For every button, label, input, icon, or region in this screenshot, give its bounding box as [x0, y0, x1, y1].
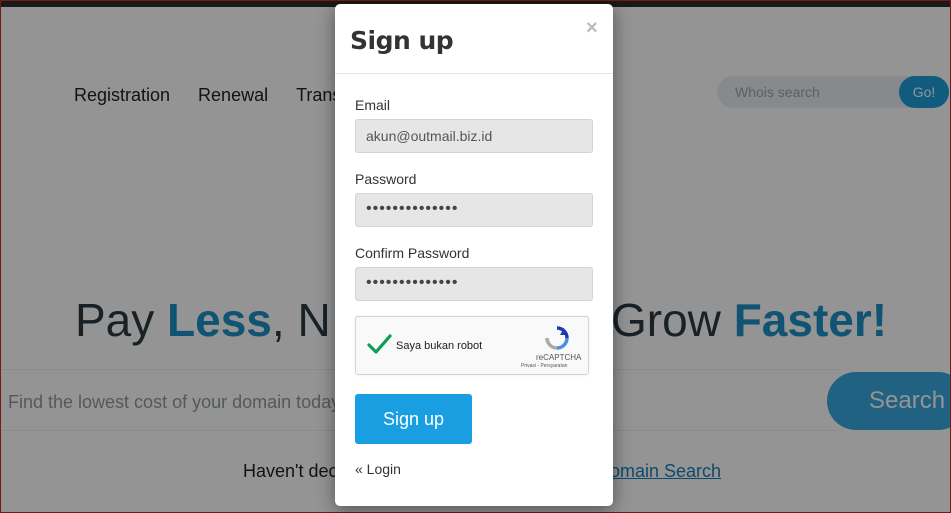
password-field[interactable]: ••••••••••••••	[355, 193, 593, 227]
recaptcha-logo-icon	[545, 326, 569, 350]
recaptcha-terms[interactable]: Privasi - Persyaratan	[521, 363, 567, 369]
recaptcha-brand: reCAPTCHA	[536, 353, 582, 362]
close-icon[interactable]: ×	[586, 17, 598, 40]
recaptcha-widget: Saya bukan robot reCAPTCHA Privasi - Per…	[355, 316, 589, 375]
modal-title: Sign up	[350, 26, 454, 55]
signup-modal: Sign up × Email akun@outmail.biz.id Pass…	[335, 4, 613, 506]
password-label: Password	[355, 171, 417, 187]
signup-button[interactable]: Sign up	[355, 394, 472, 444]
email-field[interactable]: akun@outmail.biz.id	[355, 119, 593, 153]
login-link[interactable]: « Login	[355, 461, 401, 477]
confirm-password-label: Confirm Password	[355, 245, 470, 261]
recaptcha-label: Saya bukan robot	[396, 340, 483, 352]
checkmark-icon[interactable]	[366, 331, 392, 357]
modal-header: Sign up ×	[335, 4, 613, 74]
confirm-password-field[interactable]: ••••••••••••••	[355, 267, 593, 301]
email-label: Email	[355, 97, 391, 113]
